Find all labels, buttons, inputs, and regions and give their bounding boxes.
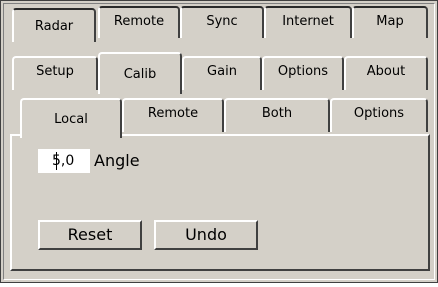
tab-calib[interactable]: Calib xyxy=(98,52,182,94)
angle-field[interactable]: 5,0 xyxy=(38,149,90,173)
tab-label: Options xyxy=(353,106,405,121)
tab-radar[interactable]: Radar xyxy=(12,8,96,42)
tab-options-sub[interactable]: Options xyxy=(330,98,428,132)
tab-sync[interactable]: Sync xyxy=(180,6,264,38)
tab-internet[interactable]: Internet xyxy=(264,6,352,38)
tab-setup[interactable]: Setup xyxy=(12,56,98,90)
tab-label: Both xyxy=(261,106,293,121)
undo-button[interactable]: Undo xyxy=(154,220,258,250)
tab-remote[interactable]: Remote xyxy=(98,6,180,38)
tab-options-main[interactable]: Options xyxy=(262,56,344,90)
tab-label: Internet xyxy=(282,14,334,29)
tab-label: Calib xyxy=(123,67,157,82)
tab-label: Setup xyxy=(36,64,74,79)
tab-label: Map xyxy=(376,14,404,29)
angle-label: Angle xyxy=(94,151,140,170)
tab-label: Gain xyxy=(207,64,237,79)
tab-label: Remote xyxy=(147,106,199,121)
tab-label: Sync xyxy=(206,14,238,29)
tab-label: Local xyxy=(54,112,88,127)
tab-label: About xyxy=(366,64,406,79)
reset-button[interactable]: Reset xyxy=(38,220,142,250)
tab-both[interactable]: Both xyxy=(224,98,330,132)
text-caret xyxy=(56,152,57,170)
tab-label: Radar xyxy=(34,19,74,34)
tab-about[interactable]: About xyxy=(344,56,428,90)
tab-gain[interactable]: Gain xyxy=(182,56,262,90)
tab-map[interactable]: Map xyxy=(352,6,428,38)
tab-label: Options xyxy=(277,64,329,79)
tab-local[interactable]: Local xyxy=(20,98,122,138)
tab-remote-sub[interactable]: Remote xyxy=(122,98,224,132)
tab-label: Remote xyxy=(113,14,165,29)
